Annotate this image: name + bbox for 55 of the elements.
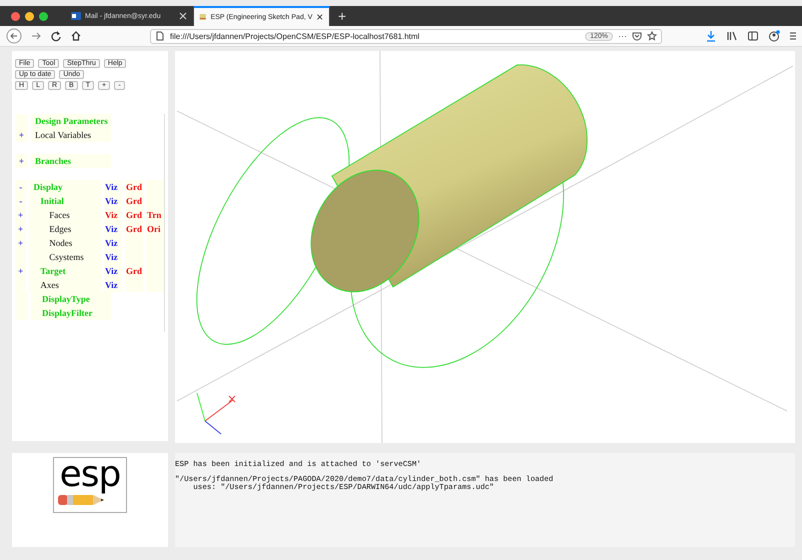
- tree-label[interactable]: Csystems: [29, 250, 101, 264]
- toggle-link[interactable]: Viz: [104, 194, 122, 208]
- expand-toggle[interactable]: +: [15, 208, 26, 222]
- toggle-link[interactable]: Viz: [104, 208, 122, 222]
- toggle-link[interactable]: Grd: [125, 208, 143, 222]
- logo-text: esp: [60, 458, 120, 492]
- back-icon[interactable]: [6, 28, 22, 44]
- close-window-button[interactable]: [11, 12, 20, 20]
- toggle-link[interactable]: Viz: [104, 278, 122, 292]
- empty-cell: [146, 180, 164, 194]
- toggle-link[interactable]: Grd: [125, 222, 143, 236]
- expand-toggle[interactable]: +: [15, 236, 26, 250]
- more-actions-button[interactable]: ···: [618, 31, 627, 41]
- reload-icon[interactable]: [50, 30, 62, 42]
- zoom-window-button[interactable]: [39, 12, 48, 20]
- expand-toggle[interactable]: +: [15, 128, 28, 142]
- pencil-icon: [58, 493, 106, 507]
- tree-label[interactable]: Axes: [29, 278, 101, 292]
- close-icon[interactable]: [316, 12, 324, 22]
- expand-toggle[interactable]: -: [15, 180, 27, 194]
- empty-cell: [146, 278, 164, 292]
- toggle-link[interactable]: Grd: [125, 264, 143, 278]
- toggle-link[interactable]: Grd: [125, 180, 143, 194]
- close-icon[interactable]: [178, 11, 188, 21]
- home-icon[interactable]: [70, 30, 82, 42]
- download-icon[interactable]: [705, 30, 717, 42]
- toggle-link[interactable]: Viz: [104, 264, 122, 278]
- toggle-link[interactable]: Grd: [125, 194, 143, 208]
- expand-toggle[interactable]: +: [15, 264, 26, 278]
- new-tab-button[interactable]: +: [330, 6, 354, 26]
- minimize-window-button[interactable]: [25, 12, 34, 20]
- star-icon[interactable]: [647, 31, 657, 41]
- logo-icon[interactable]: [199, 12, 207, 22]
- tree-label[interactable]: Faces: [29, 208, 101, 222]
- sidebar-icon[interactable]: [747, 30, 759, 42]
- tree-label[interactable]: Edges: [29, 222, 101, 236]
- tree-label[interactable]: Local Variables: [31, 128, 111, 142]
- forward-icon[interactable]: [30, 30, 42, 42]
- menu-icon[interactable]: [789, 30, 796, 42]
- toggle-link[interactable]: Viz: [104, 180, 122, 194]
- expand-toggle[interactable]: +: [15, 154, 28, 168]
- expand-toggle[interactable]: +: [15, 222, 26, 236]
- page-icon[interactable]: [155, 31, 165, 41]
- toggle-link[interactable]: Viz: [104, 222, 122, 236]
- toggle-link[interactable]: Viz: [104, 236, 122, 250]
- mail-icon[interactable]: [71, 11, 81, 21]
- toggle-link[interactable]: Viz: [104, 250, 122, 264]
- pocket-icon[interactable]: [632, 31, 642, 41]
- axes-triad-icon: [196, 392, 236, 434]
- library-icon[interactable]: [726, 30, 738, 42]
- toggle-link[interactable]: Ori: [146, 222, 164, 236]
- toggle-link[interactable]: Trn: [146, 208, 164, 222]
- expand-toggle[interactable]: -: [15, 194, 26, 208]
- tree-label[interactable]: Nodes: [29, 236, 101, 250]
- account-icon[interactable]: [768, 30, 780, 42]
